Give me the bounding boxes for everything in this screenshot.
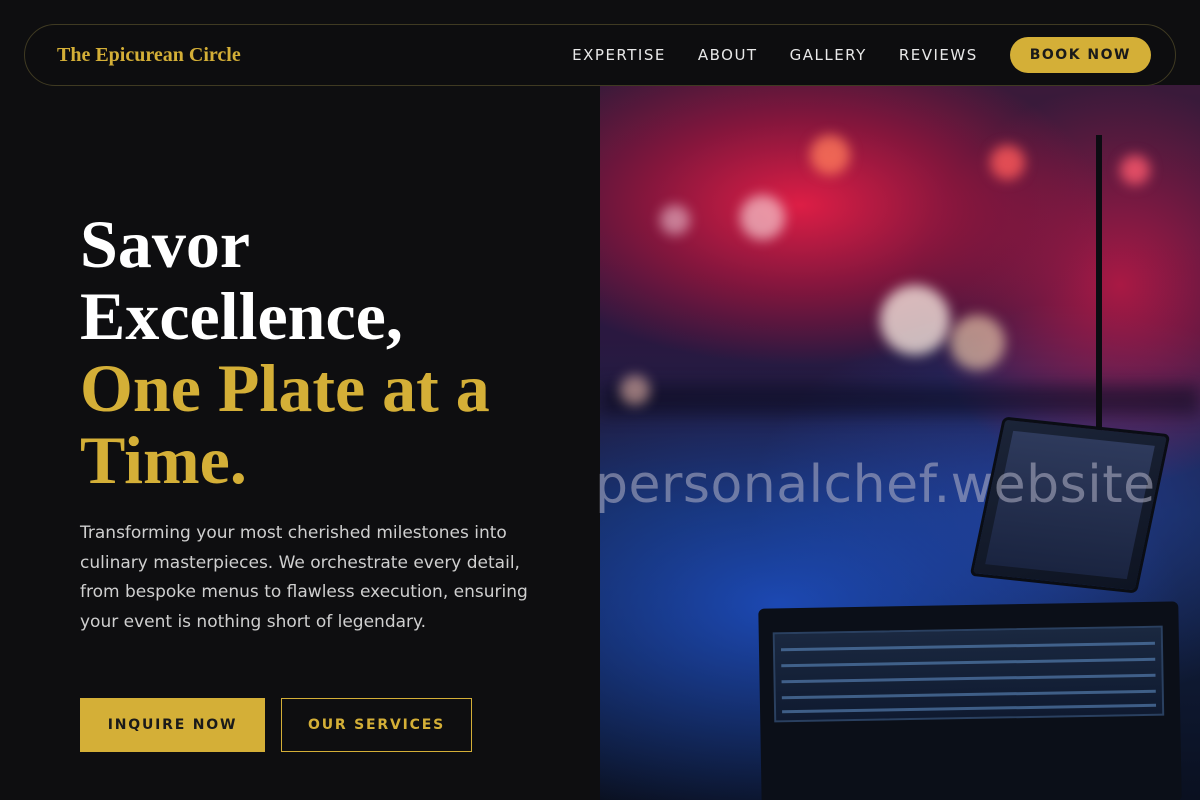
nav-link-expertise[interactable]: EXPERTISE	[572, 46, 666, 64]
nav-link-reviews[interactable]: REVIEWS	[899, 46, 978, 64]
bokeh-light	[950, 315, 1005, 370]
bokeh-light	[740, 195, 785, 240]
mixing-console	[758, 601, 1182, 800]
hero-title-accent-line: Time.	[80, 422, 247, 498]
bokeh-light	[810, 135, 850, 175]
hero-description: Transforming your most cherished milesto…	[80, 523, 528, 632]
hero-title-accent-line: One Plate at a	[80, 350, 490, 426]
nav-link-about[interactable]: ABOUT	[698, 46, 758, 64]
inquire-now-button[interactable]: INQUIRE NOW	[80, 698, 265, 752]
book-now-button[interactable]: BOOK NOW	[1009, 37, 1151, 73]
bokeh-light	[660, 205, 690, 235]
stage-silhouette	[600, 385, 1200, 415]
hero-title-line: Savor	[80, 206, 250, 282]
bokeh-light	[1120, 155, 1150, 185]
bokeh-light	[620, 375, 650, 405]
watermark-text: personalchef.website	[595, 455, 1156, 515]
brand-logo[interactable]: The Epicurean Circle	[57, 44, 241, 67]
hero-title-line: Excellence,	[80, 278, 403, 354]
microphone-stand	[1096, 135, 1102, 465]
bokeh-light	[880, 285, 950, 355]
bokeh-light	[990, 145, 1025, 180]
our-services-button[interactable]: OUR SERVICES	[281, 698, 472, 752]
console-display	[772, 625, 1165, 723]
nav-link-gallery[interactable]: GALLERY	[790, 46, 867, 64]
top-navbar: The Epicurean Circle EXPERTISE ABOUT GAL…	[24, 24, 1176, 86]
hero-title: Savor Excellence, One Plate at a Time.	[80, 208, 580, 496]
nav-links: EXPERTISE ABOUT GALLERY REVIEWS BOOK NOW	[572, 37, 1151, 73]
hero-event-photo	[600, 85, 1200, 800]
